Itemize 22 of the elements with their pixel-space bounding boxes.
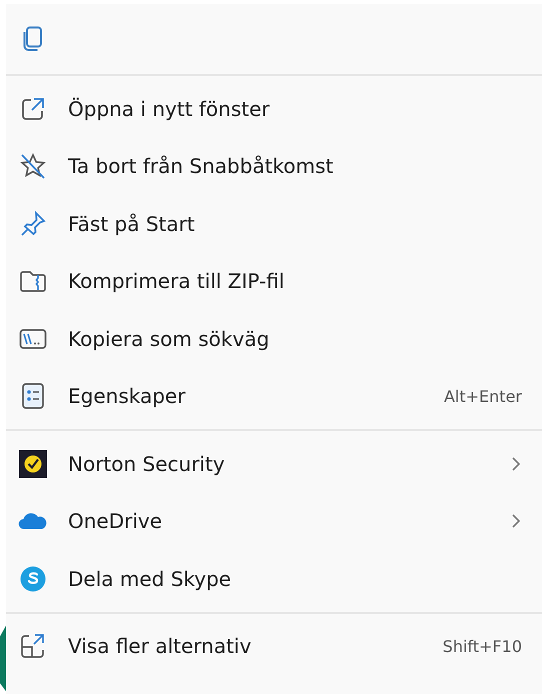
expand-icon [19, 632, 47, 660]
menu-item[interactable]: Dela med Skype [6, 550, 542, 608]
properties-icon [21, 382, 45, 410]
cloud-icon [18, 512, 48, 530]
shortcut-text: Shift+F10 [442, 636, 522, 656]
menu-item[interactable]: OneDrive [6, 492, 542, 550]
shortcut-text: Alt+Enter [444, 386, 522, 406]
menu-item[interactable]: Komprimera till ZIP-fil [6, 252, 542, 310]
menu-item[interactable]: Öppna i nytt fönster [6, 80, 542, 138]
menu-item[interactable]: Norton Security [6, 435, 542, 492]
skype-icon [19, 564, 47, 593]
menu-item[interactable]: Kopiera som sökväg [6, 310, 542, 368]
star-crossed-icon [19, 152, 47, 180]
path-icon [19, 328, 47, 350]
menu-item[interactable]: Fäst på Start [6, 195, 542, 252]
open-window-icon [20, 96, 46, 122]
menu-item[interactable]: Egenskaper Alt+Enter [6, 368, 542, 425]
pin-icon [19, 210, 47, 238]
menu-item[interactable]: Visa fler alternativ Shift+F10 [6, 618, 542, 675]
copy-icon [22, 26, 44, 52]
zip-folder-icon [19, 269, 47, 294]
menu-item[interactable]: Ta bort från Snabbåtkomst [6, 138, 542, 195]
